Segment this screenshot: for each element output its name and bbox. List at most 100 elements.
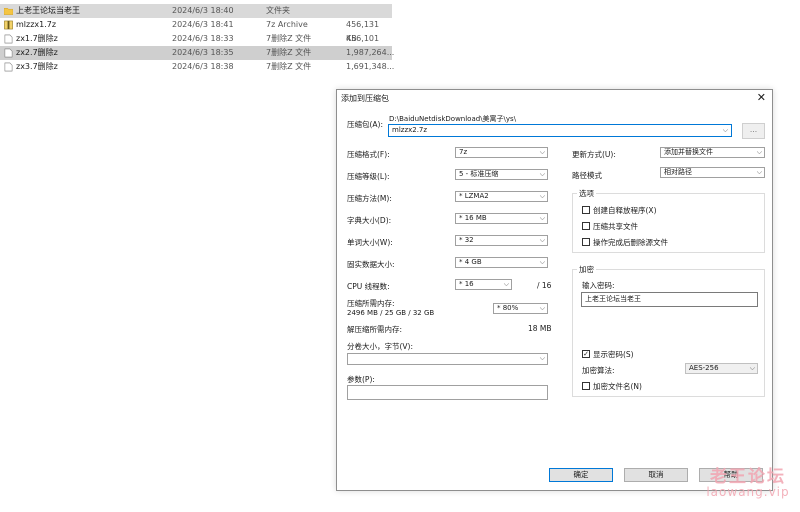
chevron-down-icon: ⌵ bbox=[539, 148, 545, 156]
enc-method-select[interactable]: AES-256 ⌵ bbox=[685, 363, 758, 374]
update-value: 添加并替换文件 bbox=[664, 148, 713, 156]
archive-path: D:\BaiduNetdiskDownload\美寓子\ys\ bbox=[389, 115, 517, 123]
file-list: 上老王论坛当老王 2024/6/3 18:40 文件夹 mlzzx1.7z 20… bbox=[0, 4, 395, 74]
word-label: 单词大小(W): bbox=[347, 238, 393, 247]
level-value: 5 - 标准压缩 bbox=[459, 170, 499, 178]
encrypt-names-checkbox[interactable] bbox=[582, 382, 590, 390]
chevron-down-icon[interactable]: ⌵ bbox=[723, 125, 728, 135]
path-label: 路径模式 bbox=[572, 171, 602, 180]
close-icon[interactable]: ✕ bbox=[757, 91, 766, 104]
shared-checkbox[interactable] bbox=[582, 222, 590, 230]
add-to-archive-dialog: 添加到压缩包 ✕ 压缩包(A): D:\BaiduNetdiskDownload… bbox=[336, 89, 773, 491]
format-value: 7z bbox=[459, 148, 468, 156]
solid-value: * 4 GB bbox=[459, 258, 482, 266]
file-size: 1,691,348... bbox=[346, 62, 395, 71]
password-label: 输入密码: bbox=[582, 281, 615, 290]
cpu-value: * 16 bbox=[459, 280, 474, 288]
watermark-line2: laowang.vip bbox=[706, 485, 790, 499]
archive-label: 压缩包(A): bbox=[347, 120, 384, 129]
mem-label: 压缩所需内存: bbox=[347, 299, 395, 308]
file-row-folder[interactable]: 上老王论坛当老王 2024/6/3 18:40 文件夹 bbox=[0, 4, 392, 18]
file-date: 2024/6/3 18:33 bbox=[172, 34, 234, 43]
ok-button[interactable]: 确定 bbox=[549, 468, 613, 482]
file-name: mlzzx1.7z bbox=[16, 20, 57, 29]
options-group: 选项 创建自释放程序(X) 压缩共享文件 操作完成后删除源文件 bbox=[572, 188, 765, 253]
dict-label: 字典大小(D): bbox=[347, 216, 392, 225]
cpu-select[interactable]: * 16 ⌵ bbox=[455, 279, 512, 290]
file-icon bbox=[4, 62, 13, 72]
method-label: 压缩方法(M): bbox=[347, 194, 392, 203]
file-name: zx3.7删除z bbox=[16, 62, 58, 71]
file-type: 7删除Z 文件 bbox=[266, 62, 312, 71]
enc-method-value: AES-256 bbox=[689, 364, 719, 372]
format-select[interactable]: 7z ⌵ bbox=[455, 147, 548, 158]
cpu-label: CPU 线程数: bbox=[347, 282, 390, 291]
params-label: 参数(P): bbox=[347, 375, 375, 384]
chevron-down-icon: ⌵ bbox=[749, 364, 755, 372]
file-row-archive[interactable]: mlzzx1.7z 2024/6/3 18:41 7z Archive 456,… bbox=[0, 18, 392, 43]
enc-method-label: 加密算法: bbox=[582, 366, 615, 375]
decomp-label: 解压缩所需内存: bbox=[347, 325, 403, 334]
word-select[interactable]: * 32 ⌵ bbox=[455, 235, 548, 246]
update-label: 更新方式(U): bbox=[572, 150, 616, 159]
level-select[interactable]: 5 - 标准压缩 ⌵ bbox=[455, 169, 548, 180]
folder-icon bbox=[4, 8, 13, 15]
chevron-down-icon: ⌵ bbox=[756, 168, 762, 176]
file-row-zx1[interactable]: zx1.7删除z 2024/6/3 18:33 7删除Z 文件 456,101 … bbox=[0, 32, 392, 57]
file-row-zx2[interactable]: zx2.7删除z 2024/6/3 18:35 7删除Z 文件 1,987,26… bbox=[0, 46, 395, 60]
file-date: 2024/6/3 18:38 bbox=[172, 62, 234, 71]
word-value: * 32 bbox=[459, 236, 474, 244]
chevron-down-icon: ⌵ bbox=[539, 170, 545, 178]
file-icon bbox=[4, 34, 13, 44]
file-size: 1,987,264... bbox=[346, 48, 395, 57]
archive-icon bbox=[4, 20, 13, 30]
path-select[interactable]: 相对路径 ⌵ bbox=[660, 167, 765, 178]
encryption-title: 加密 bbox=[577, 264, 596, 275]
delete-source-checkbox[interactable] bbox=[582, 238, 590, 246]
cancel-button[interactable]: 取消 bbox=[624, 468, 688, 482]
encrypt-names-label: 加密文件名(N) bbox=[593, 382, 642, 391]
options-title: 选项 bbox=[577, 188, 596, 199]
file-name: zx1.7删除z bbox=[16, 34, 58, 43]
delete-source-label: 操作完成后删除源文件 bbox=[593, 238, 668, 247]
file-row-zx3[interactable]: zx3.7删除z 2024/6/3 18:38 7删除Z 文件 1,691,34… bbox=[0, 60, 395, 74]
method-select[interactable]: * LZMA2 ⌵ bbox=[455, 191, 548, 202]
archive-name-input[interactable]: mlzzx2.7z ⌵ bbox=[388, 124, 732, 137]
mem-value: * 80% bbox=[497, 304, 519, 312]
decomp-value: 18 MB bbox=[528, 324, 552, 333]
mem-select[interactable]: * 80% ⌵ bbox=[493, 303, 548, 314]
solid-select[interactable]: * 4 GB ⌵ bbox=[455, 257, 548, 268]
split-label: 分卷大小，字节(V): bbox=[347, 342, 414, 351]
chevron-down-icon: ⌵ bbox=[539, 192, 545, 200]
watermark-logo: 老王论坛 laowang.vip bbox=[700, 462, 796, 499]
sfx-label: 创建自释放程序(X) bbox=[593, 206, 657, 215]
archive-name-value: mlzzx2.7z bbox=[392, 126, 428, 134]
show-password-checkbox[interactable]: ✓ bbox=[582, 350, 590, 358]
chevron-down-icon: ⌵ bbox=[539, 236, 545, 244]
file-name: zx2.7删除z bbox=[16, 48, 58, 57]
shared-label: 压缩共享文件 bbox=[593, 222, 638, 231]
path-value: 相对路径 bbox=[664, 168, 692, 176]
dialog-titlebar[interactable]: 添加到压缩包 ✕ bbox=[337, 90, 772, 106]
browse-button[interactable]: ... bbox=[742, 123, 765, 139]
sfx-checkbox[interactable] bbox=[582, 206, 590, 214]
method-value: * LZMA2 bbox=[459, 192, 489, 200]
password-value: 上老王论坛当老王 bbox=[585, 295, 641, 303]
file-date: 2024/6/3 18:40 bbox=[172, 6, 234, 15]
split-select[interactable]: ⌵ bbox=[347, 353, 548, 365]
update-select[interactable]: 添加并替换文件 ⌵ bbox=[660, 147, 765, 158]
file-date: 2024/6/3 18:35 bbox=[172, 48, 234, 57]
dict-select[interactable]: * 16 MB ⌵ bbox=[455, 213, 548, 224]
chevron-down-icon: ⌵ bbox=[539, 354, 545, 362]
file-name: 上老王论坛当老王 bbox=[16, 6, 80, 15]
params-input[interactable] bbox=[347, 385, 548, 400]
chevron-down-icon: ⌵ bbox=[539, 258, 545, 266]
format-label: 压缩格式(F): bbox=[347, 150, 390, 159]
file-type: 7删除Z 文件 bbox=[266, 48, 312, 57]
file-type: 文件夹 bbox=[266, 6, 290, 15]
password-input[interactable]: 上老王论坛当老王 bbox=[581, 292, 758, 307]
watermark-line1: 老王论坛 bbox=[710, 467, 786, 487]
file-date: 2024/6/3 18:41 bbox=[172, 20, 234, 29]
show-password-label: 显示密码(S) bbox=[593, 350, 634, 359]
level-label: 压缩等级(L): bbox=[347, 172, 390, 181]
